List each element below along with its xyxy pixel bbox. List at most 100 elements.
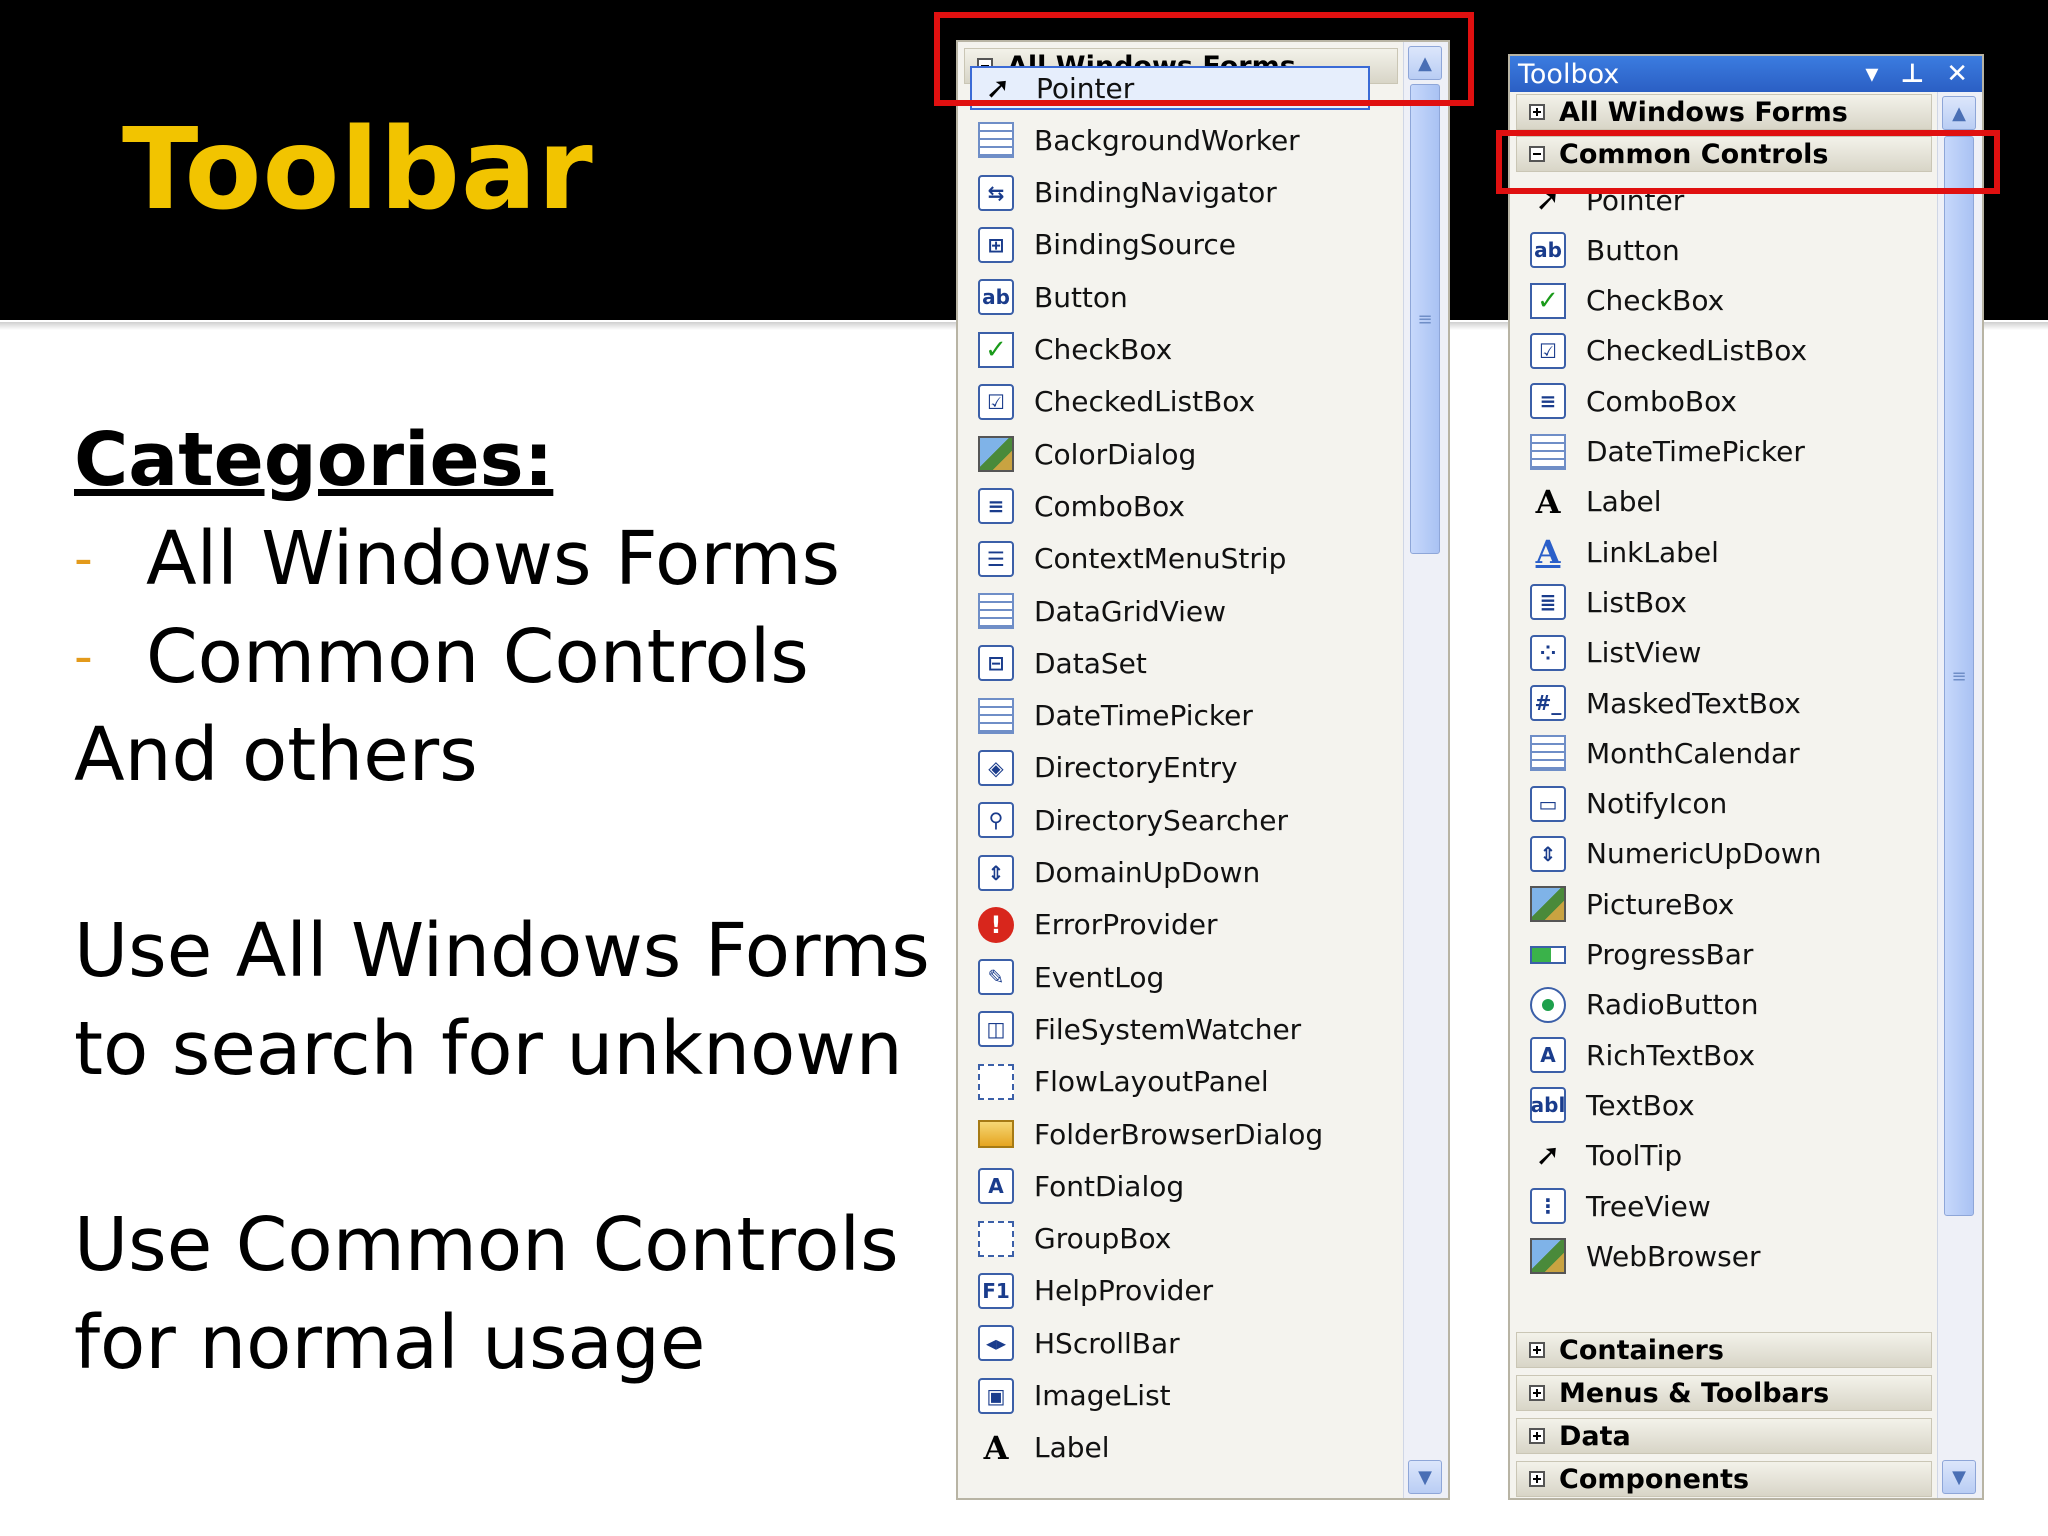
toolbox-item-folderbrowserdialog[interactable]: FolderBrowserDialog xyxy=(978,1112,1323,1156)
toolbox-item-hscrollbar[interactable]: ◂▸ HScrollBar xyxy=(978,1321,1180,1365)
toolbox-item-button[interactable]: ab Button xyxy=(1530,228,1680,272)
toolbox-item-domainupdown[interactable]: ⇕ DomainUpDown xyxy=(978,851,1260,895)
toolbox-item-eventlog[interactable]: ✎ EventLog xyxy=(978,955,1164,999)
toolbox-item-flowlayoutpanel[interactable]: FlowLayoutPanel xyxy=(978,1060,1269,1104)
scrollbar-thumb[interactable]: ≡ xyxy=(1410,84,1440,554)
close-icon[interactable]: ✕ xyxy=(1946,59,1968,89)
toolbox-item-numericupdown[interactable]: ⇕ NumericUpDown xyxy=(1530,832,1821,876)
others-text: And others xyxy=(74,712,478,798)
toolbox-item-radiobutton[interactable]: RadioButton xyxy=(1530,983,1758,1027)
context-menu-strip-icon: ☰ xyxy=(978,540,1014,577)
toolbox-item-datetimepicker[interactable]: DateTimePicker xyxy=(978,694,1253,738)
category-containers[interactable]: Containers xyxy=(1516,1332,1932,1368)
category-all-windows-forms[interactable]: All Windows Forms xyxy=(1516,94,1932,130)
toolbox-item-directorysearcher[interactable]: ⚲ DirectorySearcher xyxy=(978,798,1288,842)
toolbox-item-contextmenustrip[interactable]: ☰ ContextMenuStrip xyxy=(978,537,1286,581)
toolbox-item-checkedlistbox[interactable]: ☑ CheckedListBox xyxy=(978,380,1255,424)
label-icon: A xyxy=(1535,482,1561,521)
toolbox-item-checkbox[interactable]: ✓ CheckBox xyxy=(978,328,1172,372)
checkbox-icon: ✓ xyxy=(978,331,1014,368)
toolbox-item-datetimepicker[interactable]: DateTimePicker xyxy=(1530,430,1805,474)
toolbox-item-errorprovider[interactable]: ! ErrorProvider xyxy=(978,903,1218,947)
toolbox-item-treeview[interactable]: ⋮ TreeView xyxy=(1530,1184,1711,1228)
toolbox-item-groupbox[interactable]: GroupBox xyxy=(978,1217,1171,1261)
toolbox-item-filesystemwatcher[interactable]: ◫ FileSystemWatcher xyxy=(978,1007,1301,1051)
color-dialog-icon xyxy=(978,436,1014,473)
toolbox-item-label: CheckedListBox xyxy=(1586,334,1808,368)
treeview-icon: ⋮ xyxy=(1530,1188,1566,1224)
toolbox-item-monthcalendar[interactable]: MonthCalendar xyxy=(1530,731,1800,775)
checked-list-box-icon: ☑ xyxy=(1530,332,1566,369)
font-dialog-icon: A xyxy=(978,1168,1014,1205)
toolbox-item-progressbar[interactable]: ProgressBar xyxy=(1530,933,1753,977)
toolbox-item-checkbox[interactable]: ✓ CheckBox xyxy=(1530,279,1724,323)
dropdown-icon[interactable]: ▾ xyxy=(1865,59,1878,89)
toolbox-item-dataset[interactable]: ⊟ DataSet xyxy=(978,641,1147,685)
toolbox-item-label[interactable]: A Label xyxy=(978,1426,1110,1470)
toolbox-item-maskedtextbox[interactable]: #_ MaskedTextBox xyxy=(1530,681,1801,725)
toolbox-item-label: Button xyxy=(1034,280,1128,314)
toolbox-item-colordialog[interactable]: ColorDialog xyxy=(978,432,1196,476)
vertical-scrollbar[interactable]: ▲ ≡ ▼ xyxy=(1403,42,1448,1498)
vertical-scrollbar[interactable]: ▲ ≡ ▼ xyxy=(1937,92,1982,1498)
toolbox-item-picturebox[interactable]: PictureBox xyxy=(1530,882,1734,926)
toolbox-item-label[interactable]: A Label xyxy=(1530,480,1662,524)
category-components[interactable]: Components xyxy=(1516,1461,1932,1497)
expand-icon[interactable] xyxy=(1529,1471,1545,1487)
toolbox-item-linklabel[interactable]: A LinkLabel xyxy=(1530,530,1719,574)
category-menus-toolbars[interactable]: Menus & Toolbars xyxy=(1516,1375,1932,1411)
toolbox-item-label: FolderBrowserDialog xyxy=(1034,1117,1324,1151)
toolbox-item-combobox[interactable]: ≡ ComboBox xyxy=(1530,379,1737,423)
toolbox-item-label: CheckBox xyxy=(1034,333,1173,366)
toolbox-item-datagridview[interactable]: DataGridView xyxy=(978,589,1226,633)
expand-icon[interactable] xyxy=(1529,1385,1545,1401)
toolbox-item-richtextbox[interactable]: A RichTextBox xyxy=(1530,1033,1755,1077)
category-data[interactable]: Data xyxy=(1516,1418,1932,1454)
toolbox-item-combobox[interactable]: ≡ ComboBox xyxy=(978,484,1185,528)
toolbox-item-label: Label xyxy=(1586,485,1662,519)
toolbox-item-notifyicon[interactable]: ▭ NotifyIcon xyxy=(1530,782,1727,826)
scroll-down-button[interactable]: ▼ xyxy=(1408,1460,1442,1494)
toolbox-item-directoryentry[interactable]: ◈ DirectoryEntry xyxy=(978,746,1238,790)
textbox-icon: abl xyxy=(1530,1087,1566,1124)
toolbox-item-label: ComboBox xyxy=(1034,489,1185,523)
toolbox-item-button[interactable]: ab Button xyxy=(978,275,1128,319)
group-box-icon xyxy=(978,1220,1014,1257)
masked-textbox-icon: #_ xyxy=(1530,685,1566,721)
toolbox-item-listview[interactable]: ⁘ ListView xyxy=(1530,631,1701,675)
toolbox-item-webbrowser[interactable]: WebBrowser xyxy=(1530,1234,1761,1278)
listview-icon: ⁘ xyxy=(1530,634,1566,671)
toolbox-item-tooltip[interactable]: ➚ ToolTip xyxy=(1530,1134,1682,1178)
label-icon: A xyxy=(983,1428,1009,1467)
bullet-text: All Windows Forms xyxy=(146,516,841,602)
toolbox-item-label: PictureBox xyxy=(1586,887,1735,921)
domain-up-down-icon: ⇕ xyxy=(978,854,1014,891)
scrollbar-thumb[interactable]: ≡ xyxy=(1944,136,1974,1216)
toolbox-item-bindingnavigator[interactable]: ⇆ BindingNavigator xyxy=(978,171,1277,215)
picture-box-icon xyxy=(1530,886,1566,923)
expand-icon[interactable] xyxy=(1529,1342,1545,1358)
toolbox-item-fontdialog[interactable]: A FontDialog xyxy=(978,1164,1184,1208)
toolbox-item-backgroundworker[interactable]: BackgroundWorker xyxy=(978,118,1300,162)
toolbox-item-label: DateTimePicker xyxy=(1034,699,1253,733)
toolbox-item-helpprovider[interactable]: F1 HelpProvider xyxy=(978,1269,1213,1313)
radio-button-icon xyxy=(1530,986,1566,1023)
pin-icon[interactable]: ⊥ xyxy=(1900,59,1924,89)
flow-layout-panel-icon xyxy=(978,1063,1014,1100)
scroll-up-button[interactable]: ▲ xyxy=(1942,96,1976,130)
toolbox-item-bindingsource[interactable]: ⊞ BindingSource xyxy=(978,223,1236,267)
category-label: Containers xyxy=(1559,1334,1724,1366)
expand-icon[interactable] xyxy=(1529,1428,1545,1444)
toolbox-item-textbox[interactable]: abl TextBox xyxy=(1530,1083,1695,1127)
toolbox-item-label: DirectoryEntry xyxy=(1034,751,1238,785)
toolbox-item-listbox[interactable]: ≣ ListBox xyxy=(1530,580,1687,624)
event-log-icon: ✎ xyxy=(978,959,1014,996)
slide-title: Toolbar xyxy=(122,105,594,235)
toolbox-item-checkedlistbox[interactable]: ☑ CheckedListBox xyxy=(1530,329,1807,373)
toolbox-item-imagelist[interactable]: ▣ ImageList xyxy=(978,1374,1171,1418)
expand-icon[interactable] xyxy=(1529,104,1545,120)
note-line: to search for unknown xyxy=(74,1006,903,1092)
scroll-down-button[interactable]: ▼ xyxy=(1942,1460,1976,1494)
toolbox-item-label: NumericUpDown xyxy=(1586,837,1822,871)
tooltip-icon: ➚ xyxy=(1535,1138,1561,1174)
